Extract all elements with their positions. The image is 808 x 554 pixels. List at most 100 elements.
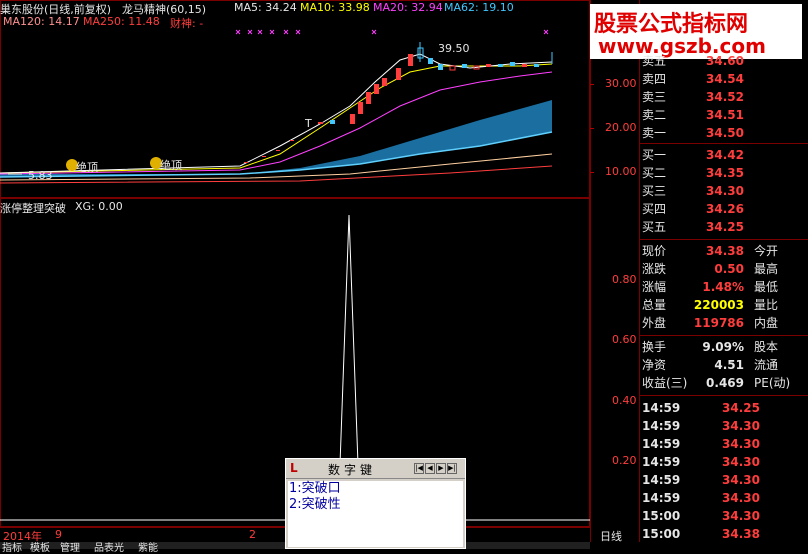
tick-row: 14:59 34.25 bbox=[642, 399, 802, 417]
order-label: 买二 bbox=[642, 166, 667, 180]
order-price: 34.60 bbox=[706, 54, 744, 68]
axis-tick bbox=[590, 128, 594, 129]
tab-zineng[interactable]: 紫能 bbox=[138, 539, 158, 554]
ma10-value: MA10: 33.98 bbox=[300, 1, 370, 14]
stat-label2: 最高 bbox=[754, 262, 779, 276]
order-price: 34.35 bbox=[706, 166, 744, 180]
right-axis-divider bbox=[590, 0, 591, 542]
sell-row-4: 卖四 34.54 bbox=[642, 70, 802, 88]
period-label[interactable]: 日线 bbox=[600, 528, 622, 544]
price-axis-20: 20.00 bbox=[605, 121, 637, 134]
tick-row: 15:00 34.38 bbox=[642, 525, 802, 543]
tick-time: 14:59 bbox=[642, 401, 681, 415]
order-price: 34.25 bbox=[706, 220, 744, 234]
order-label: 卖一 bbox=[642, 126, 667, 140]
order-price: 34.50 bbox=[706, 126, 744, 140]
popup-logo-icon: L bbox=[290, 461, 298, 475]
max-price-label: 39.50 bbox=[438, 42, 470, 55]
stat-label: 收益(三) bbox=[642, 376, 688, 390]
order-price: 34.42 bbox=[706, 148, 744, 162]
ma250-value: MA250: 11.48 bbox=[83, 15, 160, 28]
sell-row-2: 卖二 34.51 bbox=[642, 106, 802, 124]
stat-value: 4.51 bbox=[714, 358, 744, 372]
stat-label: 外盘 bbox=[642, 316, 667, 330]
stat-huanshou: 换手 9.09% 股本 bbox=[642, 338, 802, 356]
tick-time: 14:59 bbox=[642, 437, 681, 451]
stat-label: 总量 bbox=[642, 298, 667, 312]
popup-item-1[interactable]: 1:突破口 bbox=[288, 481, 463, 497]
tick-row: 15:00 34.30 bbox=[642, 507, 802, 525]
stat-jingzi: 净资 4.51 流通 bbox=[642, 356, 802, 374]
tick-row: 14:59 34.30 bbox=[642, 417, 802, 435]
stat-waipan: 外盘 119786 内盘 bbox=[642, 314, 802, 332]
tick-time: 14:59 bbox=[642, 455, 681, 469]
ma62-value: MA62: 19.10 bbox=[444, 1, 514, 14]
stat-value: 220003 bbox=[693, 298, 744, 312]
stat-zhangfu: 涨幅 1.48% 最低 bbox=[642, 278, 802, 296]
tick-row: 14:59 34.30 bbox=[642, 489, 802, 507]
order-price: 34.54 bbox=[706, 72, 744, 86]
order-label: 卖四 bbox=[642, 72, 667, 86]
stat-value: 34.38 bbox=[706, 244, 744, 258]
stat-label2: 最低 bbox=[754, 280, 779, 294]
order-price: 34.30 bbox=[706, 184, 744, 198]
tick-price: 34.25 bbox=[722, 401, 760, 415]
buy-row-1: 买一 34.42 bbox=[642, 146, 802, 164]
tab-pinbiao[interactable]: 品表光 bbox=[94, 539, 124, 554]
axis-tick bbox=[590, 172, 594, 173]
sub-chart-xg: XG: 0.00 bbox=[75, 200, 123, 213]
tick-row: 14:59 34.30 bbox=[642, 453, 802, 471]
sell-row-5: 卖五 34.60 bbox=[642, 52, 802, 70]
tick-price: 34.30 bbox=[722, 509, 760, 523]
panel-divider bbox=[639, 0, 640, 542]
t-marker: T bbox=[305, 117, 312, 130]
order-label: 卖二 bbox=[642, 108, 667, 122]
stat-xianjia: 现价 34.38 今开 bbox=[642, 242, 802, 260]
popup-item-2[interactable]: 2:突破性 bbox=[288, 497, 463, 513]
sub-chart-title: 涨停整理突破 bbox=[0, 202, 66, 215]
stat-label2: PE(动) bbox=[754, 376, 791, 390]
tick-price: 34.30 bbox=[722, 473, 760, 487]
sub-axis-060: 0.60 bbox=[612, 333, 637, 346]
order-label: 买三 bbox=[642, 184, 667, 198]
tick-price: 34.30 bbox=[722, 419, 760, 433]
axis-tick bbox=[590, 84, 594, 85]
stat-value: 0.50 bbox=[714, 262, 744, 276]
sell-row-3: 卖三 34.52 bbox=[642, 88, 802, 106]
popup-titlebar[interactable]: L 数字键 |◀ ◀ ▶ ▶| bbox=[286, 459, 465, 479]
price-axis-30: 30.00 bbox=[605, 77, 637, 90]
prev-page-icon[interactable]: ◀ bbox=[425, 463, 435, 474]
stat-label2: 内盘 bbox=[754, 316, 779, 330]
stat-value: 1.48% bbox=[702, 280, 744, 294]
stat-label: 涨幅 bbox=[642, 280, 667, 294]
tick-time: 14:59 bbox=[642, 419, 681, 433]
tab-muban[interactable]: 模板 bbox=[30, 539, 50, 554]
buy-row-3: 买三 34.30 bbox=[642, 182, 802, 200]
order-price: 34.52 bbox=[706, 90, 744, 104]
stat-shouyi: 收益(三) 0.469 PE(动) bbox=[642, 374, 802, 392]
order-label: 买四 bbox=[642, 202, 667, 216]
popup-title: 数字键 bbox=[328, 463, 377, 477]
signal-markers bbox=[235, 29, 549, 35]
ma120-value: MA120: 14.17 bbox=[3, 15, 80, 28]
buy-row-4: 买四 34.26 bbox=[642, 200, 802, 218]
tab-guanli[interactable]: 管理 bbox=[60, 539, 80, 554]
order-price: 34.51 bbox=[706, 108, 744, 122]
peak-marker-label-1: 绝顶 bbox=[76, 161, 98, 174]
buy-row-2: 买二 34.35 bbox=[642, 164, 802, 182]
next-page-icon[interactable]: ▶ bbox=[436, 463, 446, 474]
tab-zhibiao[interactable]: 指标 bbox=[2, 539, 22, 554]
tick-time: 14:59 bbox=[642, 473, 681, 487]
first-page-icon[interactable]: |◀ bbox=[414, 463, 424, 474]
watermark-logo: 股票公式指标网 www.gszb.com bbox=[590, 4, 802, 59]
hotkey-popup[interactable]: L 数字键 |◀ ◀ ▶ ▶| 1:突破口 2:突破性 bbox=[285, 458, 466, 549]
tick-time: 14:59 bbox=[642, 491, 681, 505]
tick-price: 34.30 bbox=[722, 491, 760, 505]
ma10-line bbox=[0, 63, 553, 174]
stat-label: 涨跌 bbox=[642, 262, 667, 276]
sub-axis-020: 0.20 bbox=[612, 454, 637, 467]
stat-zhangdie: 涨跌 0.50 最高 bbox=[642, 260, 802, 278]
last-page-icon[interactable]: ▶| bbox=[447, 463, 457, 474]
order-label: 买一 bbox=[642, 148, 667, 162]
popup-list[interactable]: 1:突破口 2:突破性 bbox=[288, 481, 463, 547]
